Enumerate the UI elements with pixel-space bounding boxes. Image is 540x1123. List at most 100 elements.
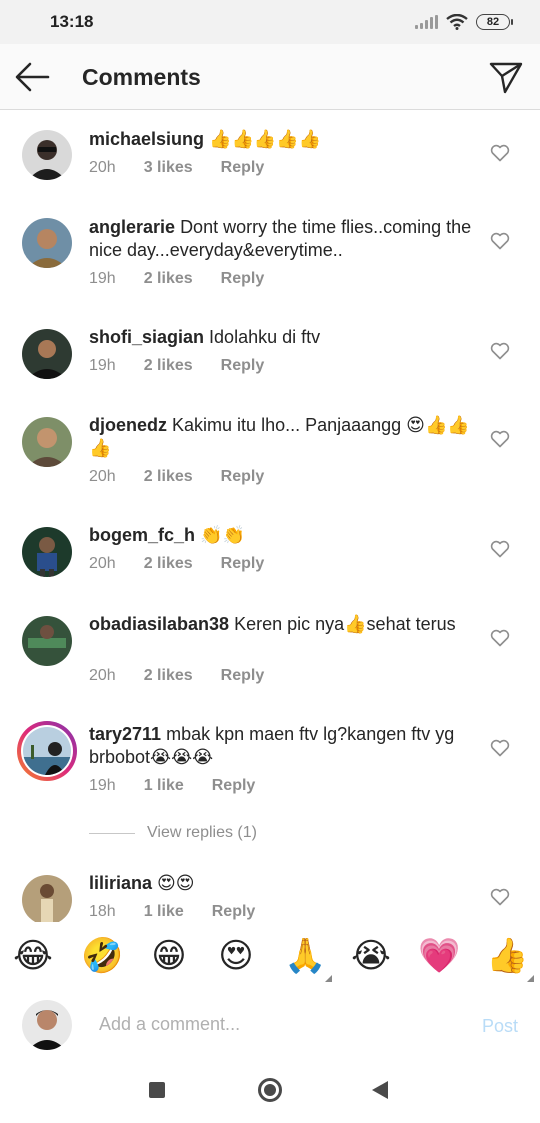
emoji-button[interactable]: 🙏 — [284, 936, 332, 982]
status-time: 13:18 — [50, 12, 94, 31]
comment-time: 20h — [89, 555, 116, 572]
comment-text: liliriana 😍😍 — [89, 872, 474, 895]
emoji-button[interactable]: 😭 — [351, 936, 391, 976]
page-title: Comments — [82, 64, 201, 90]
emoji-button[interactable]: 😁 — [149, 936, 189, 976]
view-replies-button[interactable]: View replies (1) — [89, 824, 257, 842]
comment-body: 😍😍 — [157, 873, 195, 893]
comment-text: michaelsiung 👍👍👍👍👍 — [89, 128, 474, 151]
comment-text: bogem_fc_h 👏👏 — [89, 524, 474, 547]
comment-meta: 20h 2 likes Reply — [89, 555, 264, 573]
emoji-button[interactable]: 😍 — [216, 936, 256, 976]
comment-text: anglerarie Dont worry the time flies..co… — [89, 216, 474, 262]
comment-likes[interactable]: 3 likes — [144, 159, 193, 177]
reply-button[interactable]: Reply — [221, 555, 265, 573]
avatar[interactable] — [22, 527, 72, 577]
avatar — [22, 1000, 72, 1050]
heart-icon[interactable] — [490, 342, 510, 360]
arrow-left-icon[interactable] — [14, 61, 50, 93]
avatar-story-ring[interactable] — [17, 721, 77, 781]
comment-username[interactable]: obadiasilaban38 — [89, 614, 229, 634]
comment-time: 19h — [89, 357, 116, 374]
comment-time: 19h — [89, 777, 116, 794]
tears-of-joy-icon: 😂 — [13, 937, 53, 975]
thumbs-up-icon: 👍 — [486, 937, 529, 975]
comment-body: Idolahku di ftv — [209, 327, 321, 347]
heart-icon[interactable] — [490, 232, 510, 250]
status-bar: 13:18 82 — [0, 0, 540, 44]
heart-icon[interactable] — [490, 144, 510, 162]
comment-input[interactable]: Add a comment... — [99, 1014, 419, 1035]
pink-heart-icon: 💗 — [418, 937, 461, 975]
home-icon[interactable] — [258, 1078, 282, 1102]
comment-time: 20h — [89, 159, 116, 176]
status-icons: 82 — [415, 14, 513, 30]
view-replies-label: View replies (1) — [147, 824, 257, 841]
reply-button[interactable]: Reply — [221, 667, 265, 685]
post-button[interactable]: Post — [482, 1016, 518, 1037]
avatar[interactable] — [22, 875, 72, 922]
emoji-button[interactable]: 💗 — [418, 936, 461, 976]
grin-icon: 😁 — [151, 937, 187, 975]
comment-body: 👏👏 — [200, 525, 245, 545]
emoji-bar: 😂 🤣 😁 😍 🙏 😭 💗 👍 — [0, 922, 540, 994]
emoji-button[interactable]: 👍 — [486, 936, 534, 982]
comment-body: Keren pic nya👍sehat terus — [234, 614, 456, 634]
emoji-button[interactable]: 😂 — [13, 936, 53, 976]
avatar[interactable] — [22, 616, 72, 666]
reply-button[interactable]: Reply — [221, 357, 265, 375]
comment-meta: 19h 2 likes Reply — [89, 270, 264, 288]
reply-button[interactable]: Reply — [221, 159, 265, 177]
battery-icon: 82 — [476, 14, 513, 30]
avatar[interactable] — [22, 329, 72, 379]
pray-icon: 🙏 — [284, 937, 327, 975]
comment-username[interactable]: shofi_siagian — [89, 327, 204, 347]
comment-text: shofi_siagian Idolahku di ftv — [89, 326, 474, 349]
avatar[interactable] — [22, 130, 72, 180]
emoji-button[interactable]: 🤣 — [81, 936, 123, 976]
system-nav-bar — [0, 1056, 540, 1123]
reply-button[interactable]: Reply — [212, 903, 256, 921]
heart-icon[interactable] — [490, 629, 510, 647]
heart-icon[interactable] — [490, 888, 510, 906]
reply-button[interactable]: Reply — [212, 777, 256, 795]
comment-likes[interactable]: 2 likes — [144, 270, 193, 288]
heart-icon[interactable] — [490, 739, 510, 757]
comment-likes[interactable]: 1 like — [144, 903, 184, 921]
comment-time: 20h — [89, 468, 116, 485]
comment-meta: 19h 2 likes Reply — [89, 357, 264, 375]
comments-header: Comments — [0, 44, 540, 110]
comment-likes[interactable]: 2 likes — [144, 555, 193, 573]
comment-username[interactable]: tary2711 — [89, 724, 161, 744]
back-triangle-icon[interactable] — [372, 1081, 388, 1099]
comment-text: tary2711 mbak kpn maen ftv lg?kangen ftv… — [89, 723, 474, 769]
comment-likes[interactable]: 1 like — [144, 777, 184, 795]
comment-meta: 20h 2 likes Reply — [89, 667, 264, 685]
comment-text: djoenedz Kakimu itu lho... Panjaaangg 😍👍… — [89, 414, 474, 460]
comment-likes[interactable]: 2 likes — [144, 468, 193, 486]
comments-list[interactable]: michaelsiung 👍👍👍👍👍 20h 3 likes Reply ang… — [0, 110, 540, 922]
reply-button[interactable]: Reply — [221, 468, 265, 486]
comment-username[interactable]: liliriana — [89, 873, 152, 893]
comment-time: 20h — [89, 667, 116, 684]
recents-icon[interactable] — [149, 1082, 165, 1098]
crying-icon: 😭 — [351, 937, 391, 975]
comment-username[interactable]: bogem_fc_h — [89, 525, 195, 545]
comment-username[interactable]: michaelsiung — [89, 129, 204, 149]
heart-icon[interactable] — [490, 540, 510, 558]
reply-button[interactable]: Reply — [221, 270, 265, 288]
comment-meta: 20h 3 likes Reply — [89, 159, 264, 177]
paper-plane-icon[interactable] — [488, 59, 524, 95]
comment-body: 👍👍👍👍👍 — [209, 129, 322, 149]
comment-username[interactable]: djoenedz — [89, 415, 167, 435]
comment-username[interactable]: anglerarie — [89, 217, 175, 237]
comment-meta: 19h 1 like Reply — [89, 777, 255, 795]
comment-meta: 20h 2 likes Reply — [89, 468, 264, 486]
avatar[interactable] — [22, 218, 72, 268]
avatar[interactable] — [22, 417, 72, 467]
comment-likes[interactable]: 2 likes — [144, 667, 193, 685]
heart-icon[interactable] — [490, 430, 510, 448]
comment-time: 19h — [89, 270, 116, 287]
variant-indicator-icon — [325, 975, 332, 982]
comment-likes[interactable]: 2 likes — [144, 357, 193, 375]
